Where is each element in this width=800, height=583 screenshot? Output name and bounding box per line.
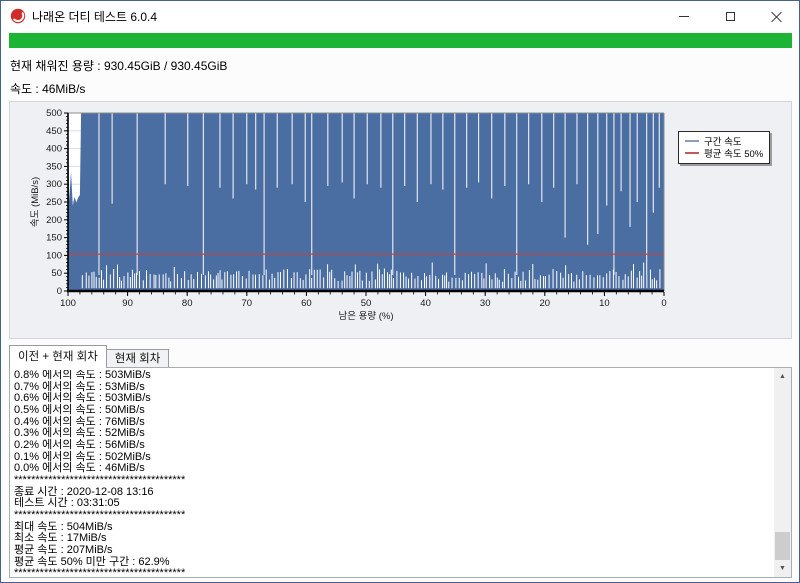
svg-text:40: 40 — [420, 298, 431, 309]
average-speed-line-swatch — [685, 152, 699, 154]
svg-text:100: 100 — [60, 298, 76, 309]
svg-text:200: 200 — [46, 215, 62, 226]
svg-text:0: 0 — [661, 298, 666, 309]
svg-text:250: 250 — [46, 197, 62, 208]
result-log-box[interactable]: 0.8% 에서의 속도 : 503MiB/s 0.7% 에서의 속도 : 53M… — [9, 367, 792, 578]
svg-text:20: 20 — [540, 298, 551, 309]
app-icon — [10, 8, 26, 24]
chart-panel: 100 90 80 70 60 50 40 30 20 10 0 0 50 100 150 200 250 300… — [9, 101, 792, 339]
progress-bar — [9, 33, 792, 48]
progress-bar-fill — [9, 33, 792, 48]
legend-item-average-speed: 평균 속도 50% — [685, 147, 763, 160]
minimize-icon — [679, 15, 689, 17]
svg-text:남은 용량 (%): 남은 용량 (%) — [338, 310, 393, 322]
tab-previous-plus-current-round[interactable]: 이전 + 현재 회차 — [9, 345, 107, 368]
svg-text:80: 80 — [182, 298, 193, 309]
capacity-text: 현재 채워진 용량 : 930.45GiB / 930.45GiB — [10, 59, 228, 73]
log-text: 0.8% 에서의 속도 : 503MiB/s 0.7% 에서의 속도 : 53M… — [14, 370, 186, 575]
svg-text:10: 10 — [599, 298, 610, 309]
titlebar: 나래온 더티 테스트 6.0.4 — [1, 1, 799, 31]
svg-text:50: 50 — [51, 268, 62, 279]
tab-current-round[interactable]: 현재 회차 — [106, 349, 170, 368]
speed-text: 속도 : 46MiB/s — [10, 82, 86, 96]
svg-text:350: 350 — [46, 161, 62, 172]
window-title: 나래온 더티 테스트 6.0.4 — [32, 9, 158, 24]
maximize-button[interactable] — [707, 1, 753, 31]
svg-text:400: 400 — [46, 144, 62, 155]
scroll-down-button[interactable]: ▼ — [774, 560, 791, 577]
svg-text:70: 70 — [242, 298, 253, 309]
minimize-button[interactable] — [661, 1, 707, 31]
svg-text:60: 60 — [301, 298, 312, 309]
svg-text:100: 100 — [46, 250, 62, 261]
scrollbar-thumb[interactable] — [775, 532, 790, 560]
log-scrollbar[interactable]: ▲ ▼ — [774, 368, 791, 577]
svg-text:150: 150 — [46, 233, 62, 244]
maximize-icon — [725, 11, 735, 21]
svg-text:50: 50 — [361, 298, 372, 309]
chart-legend: 구간 속도 평균 속도 50% — [678, 131, 770, 164]
tab-strip: 이전 + 현재 회차 현재 회차 — [9, 345, 170, 368]
svg-text:속도 (MiB/s): 속도 (MiB/s) — [30, 177, 41, 227]
svg-text:90: 90 — [122, 298, 133, 309]
svg-text:30: 30 — [480, 298, 491, 309]
close-icon — [771, 11, 782, 22]
scroll-up-button[interactable]: ▲ — [774, 368, 791, 385]
interval-speed-line-swatch — [685, 140, 699, 142]
svg-text:300: 300 — [46, 179, 62, 190]
svg-text:450: 450 — [46, 126, 62, 137]
close-button[interactable] — [753, 1, 799, 31]
speed-chart: 100 90 80 70 60 50 40 30 20 10 0050100150200250300… — [30, 108, 667, 322]
svg-text:500: 500 — [46, 108, 62, 119]
svg-text:0: 0 — [57, 286, 62, 297]
app-window: 나래온 더티 테스트 6.0.4 현재 채워진 용량 : 930.45GiB /… — [0, 0, 800, 583]
